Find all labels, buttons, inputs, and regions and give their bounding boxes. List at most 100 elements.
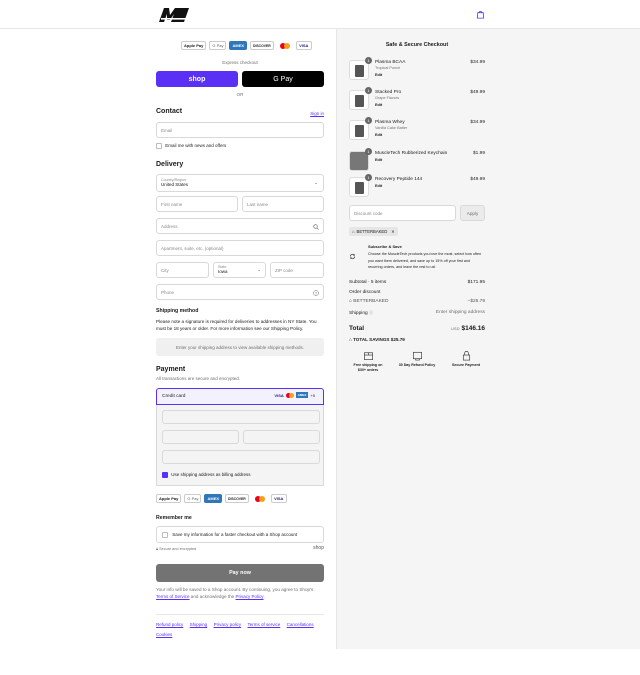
email-field[interactable]: Email <box>156 122 324 138</box>
product-price: $34.99 <box>470 120 485 125</box>
help-icon[interactable]: ? <box>313 290 319 296</box>
card-brand-icons: VISA AMEX +5 <box>274 392 315 398</box>
legal-period: . <box>263 594 265 599</box>
line-item: 1 Recovery Peptide 144 Edit $49.99 <box>349 174 485 198</box>
discount-tag: ⌂ BETTERBAKED ✕ <box>349 227 398 236</box>
shipping-link[interactable]: Shipping <box>190 622 208 627</box>
visa-badge: VISA <box>295 41 312 50</box>
legal-intro: Your info will be saved to a Shop accoun… <box>156 587 314 592</box>
order-discount-row: Order discount <box>349 290 485 295</box>
remove-discount-icon[interactable]: ✕ <box>391 229 395 234</box>
privacy-policy-link[interactable]: Privacy policy <box>214 622 242 627</box>
cancellations-link[interactable]: Cancellations <box>287 622 314 627</box>
edit-link[interactable]: Edit <box>375 103 382 107</box>
last-name-field[interactable]: Last name <box>242 196 324 212</box>
first-name-field[interactable]: First name <box>156 196 238 212</box>
perk-item: Free shipping on $30+ orders <box>349 350 387 372</box>
savings-label: TOTAL SAVINGS <box>353 337 390 342</box>
discount-value: −$25.79 <box>467 299 485 304</box>
total-row: Total USD $146.16 <box>349 325 485 332</box>
shipping-row: Shipping ⓘ Enter shipping address <box>349 310 485 316</box>
credit-card-option[interactable]: Credit card VISA AMEX +5 <box>156 388 324 405</box>
apply-button[interactable]: Apply <box>460 205 485 221</box>
city-field[interactable]: City <box>156 262 209 278</box>
perk-item: Secure Payment <box>447 350 485 368</box>
shop-logo: shop <box>313 545 324 551</box>
news-checkbox-row[interactable]: Email me with news and offers <box>156 142 226 149</box>
perk-text: Secure Payment <box>452 363 480 367</box>
name-on-card-field[interactable] <box>162 450 320 464</box>
refresh-icon <box>349 253 356 260</box>
secure-note: 🔒︎ Secure and encrypted <box>156 547 196 551</box>
card-details-panel: Use shipping address as billing address <box>156 405 324 486</box>
edit-link[interactable]: Edit <box>375 184 382 188</box>
visa-icon: VISA <box>274 392 284 398</box>
line-item: 1 MuscleTech Rubberized Keychain Edit $1… <box>349 148 485 172</box>
card-number-field[interactable] <box>162 410 320 424</box>
shipping-label: Shipping <box>349 311 368 316</box>
discount-code-row: ⌂ BETTERBAKED −$25.79 <box>349 299 485 304</box>
perks-row: Free shipping on $30+ orders 30 Day Refu… <box>349 350 485 374</box>
mastercard-badge <box>251 494 268 503</box>
apple-pay-badge: Apple Pay <box>181 41 207 50</box>
shipping-value: Enter shipping address <box>435 310 485 315</box>
quantity-badge: 1 <box>365 117 372 124</box>
shipping-note: Please note a signature is required for … <box>156 319 317 331</box>
remember-checkbox[interactable] <box>162 532 168 538</box>
refund-icon <box>412 351 422 361</box>
edit-link[interactable]: Edit <box>375 133 382 137</box>
edit-link[interactable]: Edit <box>375 158 382 162</box>
shipping-methods-placeholder: Enter your shipping address to view avai… <box>156 338 324 356</box>
billing-same-checkbox[interactable] <box>162 471 168 478</box>
terms-of-service-link[interactable]: Terms of service <box>247 622 280 627</box>
lock-icon: 🔒︎ <box>156 547 159 551</box>
privacy-link[interactable]: Privacy Policy <box>236 594 264 599</box>
subtotal-label: Subtotal · 5 items <box>349 280 387 285</box>
info-icon[interactable]: ⓘ <box>369 310 373 315</box>
discount-code-field[interactable]: Discount code <box>349 205 456 221</box>
product-price: $1.99 <box>472 151 485 156</box>
more-cards-count: +5 <box>310 392 315 398</box>
amex-badge: AMEX <box>204 494 223 503</box>
shipping-box-icon <box>363 352 373 360</box>
zip-field[interactable]: ZIP code <box>270 262 324 278</box>
subtotal-row: Subtotal · 5 items $171.95 <box>349 280 485 285</box>
remember-heading: Remember me <box>156 515 192 521</box>
line-item: 1 Stacked Pro Grape Flavors Edit $49.99 <box>349 87 485 111</box>
shop-pay-button[interactable]: shop <box>156 71 238 87</box>
phone-field[interactable]: Phone ? <box>156 284 324 300</box>
savings-tag-icon: ⌂ <box>349 337 352 342</box>
address-field[interactable]: Address <box>156 218 324 234</box>
brand-logo[interactable] <box>159 7 189 22</box>
lock-icon <box>462 351 470 361</box>
state-value: Iowa <box>218 269 228 274</box>
shopping-bag-icon[interactable] <box>476 10 485 19</box>
state-select[interactable]: State Iowa ⌄ <box>213 262 266 278</box>
tag-icon: ⌂ <box>349 299 352 304</box>
billing-same-row[interactable]: Use shipping address as billing address <box>162 471 251 478</box>
mastercard-icon <box>285 392 294 398</box>
sign-in-link[interactable]: Sign in <box>310 111 324 116</box>
pay-now-button[interactable]: Pay now <box>156 564 324 582</box>
savings-row: ⌂ TOTAL SAVINGS $25.79 <box>349 337 485 342</box>
quantity-badge: 1 <box>365 87 372 94</box>
refund-policy-link[interactable]: Refund policy <box>156 622 183 627</box>
terms-link[interactable]: Terms of Service <box>156 594 190 599</box>
express-payment-badges: Apple Pay G Pay AMEX DISCOVER VISA <box>181 41 312 50</box>
legal-and: and acknowledge the <box>190 594 235 599</box>
payment-badges: Apple Pay G Pay AMEX DISCOVER VISA <box>156 494 287 503</box>
news-checkbox[interactable] <box>156 142 162 149</box>
billing-same-label: Use shipping address as billing address <box>171 472 251 477</box>
quantity-badge: 1 <box>365 57 372 64</box>
remember-option[interactable]: Save my information for a faster checkou… <box>156 526 324 543</box>
expiration-date-field[interactable] <box>162 430 239 444</box>
credit-card-label: Credit card <box>162 394 186 399</box>
cookies-link[interactable]: Cookies <box>156 632 172 637</box>
edit-link[interactable]: Edit <box>375 73 382 77</box>
google-pay-button[interactable]: G Pay <box>242 71 324 87</box>
product-price: $34.99 <box>470 60 485 65</box>
country-select[interactable]: Country/Region United States ⌄ <box>156 174 324 192</box>
security-code-field[interactable] <box>243 430 320 444</box>
payment-heading: Payment <box>156 366 186 373</box>
apartment-field[interactable]: Apartment, suite, etc. (optional) <box>156 240 324 256</box>
